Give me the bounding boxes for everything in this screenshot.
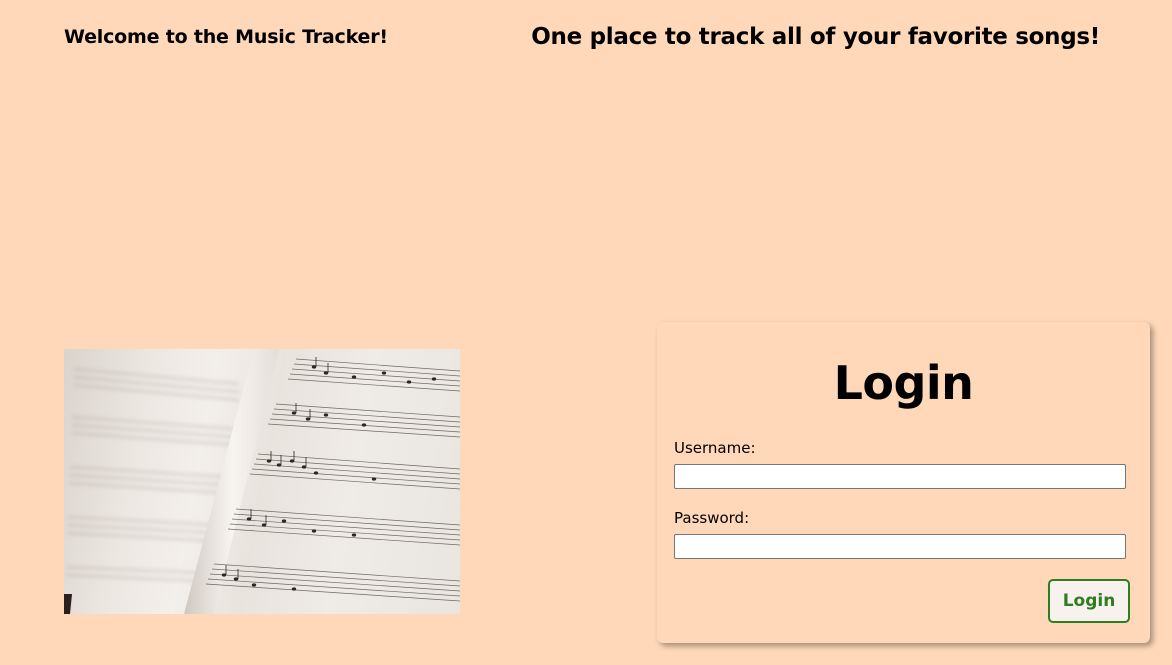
username-label: Username: [674, 439, 756, 457]
username-input[interactable] [674, 464, 1126, 489]
password-label: Password: [674, 509, 750, 527]
login-button[interactable]: Login [1048, 579, 1130, 623]
sheet-music-image [64, 349, 460, 614]
login-title: Login [833, 356, 974, 410]
page: Welcome to the Music Tracker! One place … [0, 0, 1172, 665]
password-input[interactable] [674, 534, 1126, 559]
tagline-heading: One place to track all of your favorite … [531, 24, 1100, 50]
login-card: Login Username: Password: Login [657, 322, 1150, 643]
welcome-heading: Welcome to the Music Tracker! [64, 26, 388, 48]
